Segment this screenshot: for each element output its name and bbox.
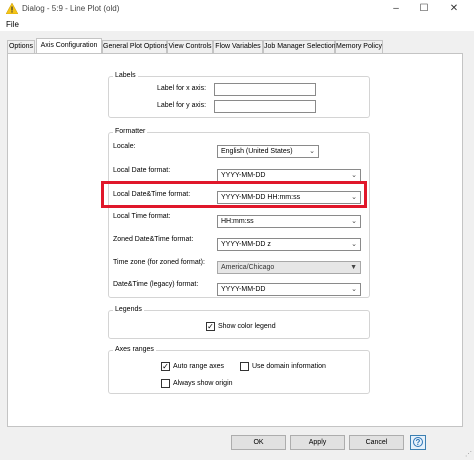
dropdown-arrow-icon: ▼ xyxy=(350,264,357,271)
legacy-datetime-combo[interactable]: YYYY-MM-DD ⌄ xyxy=(217,283,361,296)
warning-icon xyxy=(6,3,18,14)
timezone-dropdown[interactable]: America/Chicago ▼ xyxy=(217,261,361,274)
formatter-group-title: Formatter xyxy=(113,128,148,135)
menu-file[interactable]: File xyxy=(6,20,19,29)
chevron-down-icon: ⌄ xyxy=(351,172,357,179)
always-origin-label: Always show origin xyxy=(173,380,233,387)
maximize-button[interactable]: ☐ xyxy=(410,0,438,18)
zoned-datetime-combo[interactable]: YYYY-MM-DD z ⌄ xyxy=(217,238,361,251)
ok-button[interactable]: OK xyxy=(231,435,286,450)
cancel-button[interactable]: Cancel xyxy=(349,435,404,450)
axis-configuration-panel: Labels Label for x axis: Label for y axi… xyxy=(7,53,463,427)
local-date-value: YYYY-MM-DD xyxy=(221,172,266,179)
title-bar: Dialog - 5:9 - Line Plot (old) – ☐ ✕ xyxy=(0,0,474,18)
tab-view-controls[interactable]: View Controls xyxy=(167,40,213,53)
tab-memory-policy[interactable]: Memory Policy xyxy=(335,40,383,53)
tab-axis-configuration[interactable]: Axis Configuration xyxy=(36,38,102,53)
locale-label: Locale: xyxy=(113,143,136,150)
chevron-down-icon: ⌄ xyxy=(309,148,315,155)
tab-options[interactable]: Options xyxy=(7,40,35,53)
formatter-group: Formatter Locale: English (United States… xyxy=(108,128,370,298)
timezone-label: Time zone (for zoned format): xyxy=(113,259,205,266)
show-color-legend-checkbox[interactable]: ✓ xyxy=(206,322,215,331)
labels-group: Labels Label for x axis: Label for y axi… xyxy=(108,72,370,118)
chevron-down-icon: ⌄ xyxy=(351,241,357,248)
apply-button[interactable]: Apply xyxy=(290,435,345,450)
local-time-label: Local Time format: xyxy=(113,213,171,220)
auto-range-label: Auto range axes xyxy=(173,363,224,370)
use-domain-label: Use domain information xyxy=(252,363,326,370)
auto-range-checkbox[interactable]: ✓ xyxy=(161,362,170,371)
timezone-value: America/Chicago xyxy=(221,264,275,271)
menu-bar: File xyxy=(0,18,474,31)
chevron-down-icon: ⌄ xyxy=(351,286,357,293)
locale-dropdown[interactable]: English (United States) ⌄ xyxy=(217,145,319,158)
y-axis-label: Label for y axis: xyxy=(157,102,207,109)
help-icon: ? xyxy=(413,437,423,447)
legacy-datetime-value: YYYY-MM-DD xyxy=(221,286,266,293)
local-time-value: HH:mm:ss xyxy=(221,218,254,225)
zoned-datetime-value: YYYY-MM-DD z xyxy=(221,241,271,248)
close-button[interactable]: ✕ xyxy=(440,0,468,18)
always-origin-checkbox[interactable] xyxy=(161,379,170,388)
legends-group: Legends ✓ Show color legend xyxy=(108,306,370,339)
show-color-legend-label: Show color legend xyxy=(218,323,276,330)
axes-ranges-group: Axes ranges ✓ Auto range axes Use domain… xyxy=(108,346,370,394)
legacy-datetime-label: Date&Time (legacy) format: xyxy=(113,281,199,288)
locale-value: English (United States) xyxy=(221,148,293,155)
local-time-combo[interactable]: HH:mm:ss ⌄ xyxy=(217,215,361,228)
minimize-button[interactable]: – xyxy=(382,0,410,18)
axes-ranges-group-title: Axes ranges xyxy=(113,346,156,353)
highlight-box xyxy=(101,181,367,208)
chevron-down-icon: ⌄ xyxy=(351,218,357,225)
help-button[interactable]: ? xyxy=(410,435,426,450)
window-title: Dialog - 5:9 - Line Plot (old) xyxy=(22,4,120,13)
use-domain-checkbox[interactable] xyxy=(240,362,249,371)
local-date-label: Local Date format: xyxy=(113,167,171,174)
zoned-datetime-label: Zoned Date&Time format: xyxy=(113,236,194,243)
resize-grip-icon[interactable]: ⋰ xyxy=(465,450,472,458)
tab-job-manager-selection[interactable]: Job Manager Selection xyxy=(263,40,336,53)
labels-group-title: Labels xyxy=(113,72,138,79)
y-axis-input[interactable] xyxy=(214,100,316,113)
tab-general-plot-options[interactable]: General Plot Options xyxy=(102,40,168,53)
tab-flow-variables[interactable]: Flow Variables xyxy=(213,40,263,53)
x-axis-label: Label for x axis: xyxy=(157,85,207,92)
legends-group-title: Legends xyxy=(113,306,144,313)
x-axis-input[interactable] xyxy=(214,83,316,96)
